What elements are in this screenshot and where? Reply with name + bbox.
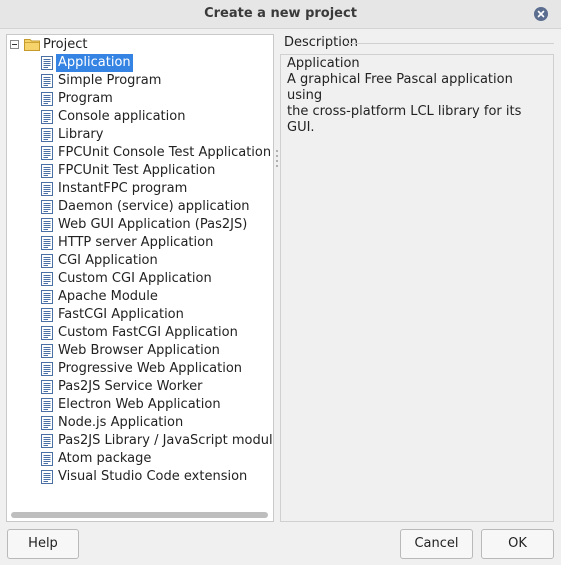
tree-item[interactable]: Visual Studio Code extension xyxy=(39,468,273,486)
project-type-icon xyxy=(41,398,53,412)
tree-item-label: FastCGI Application xyxy=(58,307,184,322)
tree-root-label: Project xyxy=(43,37,88,52)
project-type-icon xyxy=(41,272,53,286)
cancel-button[interactable]: Cancel xyxy=(400,529,473,559)
tree-item-label: HTTP server Application xyxy=(58,235,214,250)
project-type-icon xyxy=(41,92,53,106)
tree-item-label: Progressive Web Application xyxy=(58,361,243,376)
tree-item[interactable]: FPCUnit Test Application xyxy=(39,162,273,180)
project-type-icon xyxy=(41,470,53,484)
tree-item-label: Apache Module xyxy=(58,289,158,304)
title-bar: Create a new project xyxy=(0,0,561,29)
tree-item-label: FPCUnit Console Test Application xyxy=(58,145,272,160)
project-type-icon xyxy=(41,56,53,70)
tree-item-label: Simple Program xyxy=(58,73,162,88)
project-type-icon xyxy=(41,362,53,376)
tree-item[interactable]: HTTP server Application xyxy=(39,234,273,252)
tree-item-label: Custom CGI Application xyxy=(58,271,212,286)
tree-item-label: Visual Studio Code extension xyxy=(58,469,248,484)
tree-item-label: Pas2JS Library / JavaScript module xyxy=(58,433,274,448)
tree-item-label: Node.js Application xyxy=(58,415,184,430)
tree-item[interactable]: Library xyxy=(39,126,273,144)
tree-root-project[interactable]: Project xyxy=(7,36,267,54)
project-type-icon xyxy=(41,164,53,178)
tree-item[interactable]: Atom package xyxy=(39,450,273,468)
tree-item[interactable]: InstantFPC program xyxy=(39,180,273,198)
tree-item-label: Web GUI Application (Pas2JS) xyxy=(58,217,248,232)
close-icon xyxy=(537,10,545,18)
tree-item-label: Web Browser Application xyxy=(58,343,220,358)
tree-item[interactable]: Console application xyxy=(39,108,273,126)
folder-icon xyxy=(24,39,40,51)
description-group: Description Application A graphical Free… xyxy=(280,34,554,522)
tree-item-label: InstantFPC program xyxy=(58,181,188,196)
tree-item[interactable]: Electron Web Application xyxy=(39,396,273,414)
collapse-toggle-icon[interactable] xyxy=(10,40,19,49)
tree-item[interactable]: Daemon (service) application xyxy=(39,198,273,216)
tree-item-label: Electron Web Application xyxy=(58,397,221,412)
project-type-icon xyxy=(41,452,53,466)
close-button[interactable] xyxy=(534,7,548,21)
project-tree[interactable]: Project Application Simple Program Program… xyxy=(6,34,274,522)
project-type-icon xyxy=(41,308,53,322)
tree-item[interactable]: FastCGI Application xyxy=(39,306,273,324)
help-button[interactable]: Help xyxy=(7,529,79,559)
tree-item-label: Program xyxy=(58,91,113,106)
project-type-icon xyxy=(41,326,53,340)
tree-item[interactable]: FPCUnit Console Test Application xyxy=(39,144,273,162)
project-type-icon xyxy=(41,146,53,160)
tree-item[interactable]: Apache Module xyxy=(39,288,273,306)
tree-item-label: CGI Application xyxy=(58,253,158,268)
tree-item[interactable]: Program xyxy=(39,90,273,108)
project-type-icon xyxy=(41,344,53,358)
project-type-icon xyxy=(41,200,53,214)
project-type-icon xyxy=(41,380,53,394)
project-type-icon xyxy=(41,218,53,232)
tree-item[interactable]: Web GUI Application (Pas2JS) xyxy=(39,216,273,234)
splitter-handle[interactable] xyxy=(276,150,278,170)
divider xyxy=(348,43,554,44)
ok-button[interactable]: OK xyxy=(481,529,554,559)
tree-item[interactable]: Simple Program xyxy=(39,72,273,90)
project-type-icon xyxy=(41,182,53,196)
tree-item[interactable]: Application xyxy=(39,54,273,72)
horizontal-scrollbar[interactable] xyxy=(8,509,272,520)
tree-item-label: Atom package xyxy=(58,451,152,466)
window-title: Create a new project xyxy=(204,6,357,21)
description-text: Application A graphical Free Pascal appl… xyxy=(287,56,522,135)
tree-item-label: Daemon (service) application xyxy=(58,199,250,214)
tree-item[interactable]: Web Browser Application xyxy=(39,342,273,360)
project-type-icon xyxy=(41,110,53,124)
project-type-icon xyxy=(41,128,53,142)
project-type-icon xyxy=(41,434,53,448)
project-type-icon xyxy=(41,290,53,304)
tree-item[interactable]: Progressive Web Application xyxy=(39,360,273,378)
tree-item[interactable]: Custom CGI Application xyxy=(39,270,273,288)
tree-item[interactable]: Custom FastCGI Application xyxy=(39,324,273,342)
tree-item-label: FPCUnit Test Application xyxy=(58,163,216,178)
description-legend: Description xyxy=(284,35,359,50)
tree-item-label: Console application xyxy=(58,109,186,124)
project-type-icon xyxy=(41,74,53,88)
project-type-icon xyxy=(41,236,53,250)
tree-item[interactable]: CGI Application xyxy=(39,252,273,270)
project-type-icon xyxy=(41,416,53,430)
tree-item-label: Library xyxy=(58,127,104,142)
tree-item[interactable]: Node.js Application xyxy=(39,414,273,432)
project-type-icon xyxy=(41,254,53,268)
tree-item[interactable]: Pas2JS Service Worker xyxy=(39,378,273,396)
tree-item[interactable]: Pas2JS Library / JavaScript module xyxy=(39,432,274,450)
scrollbar-thumb[interactable] xyxy=(11,512,268,518)
tree-item-label: Custom FastCGI Application xyxy=(58,325,238,340)
tree-item-label: Pas2JS Service Worker xyxy=(58,379,203,394)
tree-item-label: Application xyxy=(56,54,133,72)
